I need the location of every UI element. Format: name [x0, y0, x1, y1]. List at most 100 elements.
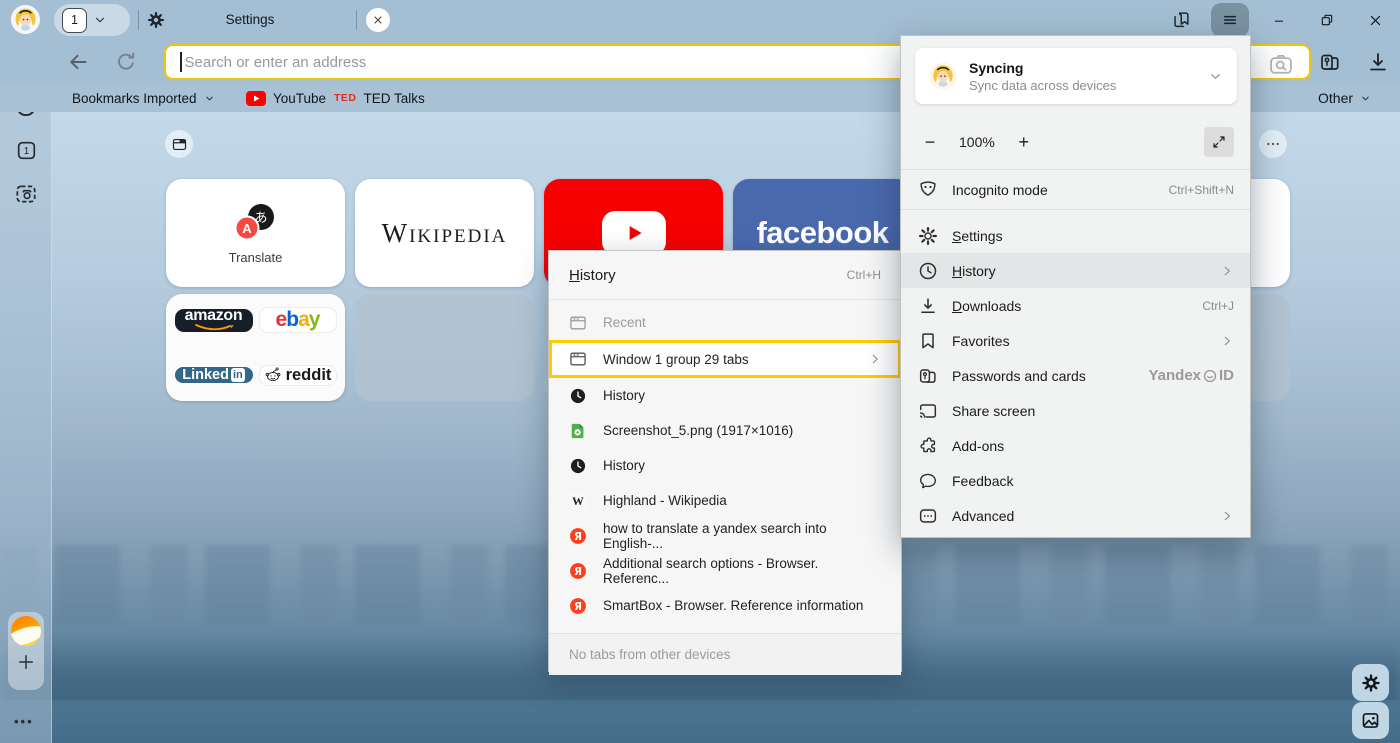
minimize-button[interactable] — [1268, 9, 1290, 31]
tab-group-pill[interactable]: 1 — [54, 4, 130, 36]
back-button[interactable] — [66, 50, 90, 74]
wikipedia-wordmark: Wikipedia — [382, 218, 508, 249]
menu-item-incognito[interactable]: Incognito mode Ctrl+Shift+N — [901, 170, 1250, 209]
bookmark-youtube[interactable]: YouTube — [246, 84, 326, 112]
browser-menu-panel: Syncing Sync data across devices − 100% … — [900, 35, 1251, 538]
history-item[interactable]: History — [549, 378, 901, 413]
maximize-button[interactable] — [1316, 9, 1338, 31]
reddit-alien-icon — [264, 366, 282, 384]
menu-item-label: Add-ons — [952, 438, 1004, 454]
zoom-in-button[interactable]: + — [1011, 129, 1037, 155]
image-search-icon[interactable] — [1267, 50, 1295, 78]
zoom-out-button[interactable]: − — [917, 129, 943, 155]
menu-item-passwords[interactable]: Passwords and cards Yandex ID — [901, 358, 1250, 393]
svg-text:W: W — [572, 495, 584, 508]
tab-count-icon: 1 — [14, 138, 39, 163]
downloads-toolbar-icon[interactable] — [1366, 50, 1390, 74]
chevron-down-icon — [204, 93, 215, 104]
sidebar-more-button[interactable]: ••• — [14, 714, 34, 729]
sidebar-dock — [8, 612, 44, 690]
history-item-yandex[interactable]: Я SmartBox - Browser. Reference informat… — [549, 588, 901, 623]
maximize-icon — [1319, 12, 1335, 28]
ebay-letter: y — [309, 308, 320, 332]
bookmark-icon — [917, 330, 939, 352]
window-icon — [568, 349, 588, 369]
incognito-mask-icon — [917, 179, 939, 201]
folder-item-ebay[interactable]: ebay — [259, 307, 337, 333]
dial-settings-button[interactable] — [1352, 664, 1389, 701]
youtube-play-icon — [602, 211, 666, 255]
svg-text:Я: Я — [574, 600, 582, 612]
avatar-girl-icon — [11, 5, 40, 34]
fullscreen-button[interactable] — [1204, 127, 1234, 157]
dial-more-button[interactable] — [1259, 130, 1287, 158]
sidebar-tabs-button[interactable]: 1 — [12, 136, 40, 164]
ted-logo-icon: TED — [334, 92, 357, 104]
browser-menu-button[interactable] — [1211, 3, 1249, 37]
history-item[interactable]: History — [549, 448, 901, 483]
history-item-screenshot[interactable]: Screenshot_5.png (1917×1016) — [549, 413, 901, 448]
sync-subtitle: Sync data across devices — [969, 78, 1116, 93]
tab-groups-button[interactable] — [165, 130, 193, 158]
image-file-icon — [568, 421, 588, 441]
passwords-toolbar-icon[interactable] — [1318, 50, 1342, 74]
history-item-wikipedia[interactable]: W Highland - Wikipedia — [549, 483, 901, 518]
bookmark-ted-talks[interactable]: TED TED Talks — [334, 84, 425, 112]
zoom-level: 100% — [959, 134, 995, 150]
menu-item-favorites[interactable]: Favorites — [901, 323, 1250, 358]
menu-item-label: Share screen — [952, 403, 1035, 419]
yandex-favicon: Я — [568, 561, 588, 581]
folder-item-linkedin[interactable]: Linked in — [175, 367, 253, 383]
svg-text:Я: Я — [574, 530, 582, 542]
translate-icon: あ A — [233, 202, 279, 242]
youtube-icon — [246, 91, 266, 106]
side-panel-icon[interactable] — [1170, 9, 1192, 31]
menu-item-feedback[interactable]: Feedback — [901, 463, 1250, 498]
yandex-browser-logo[interactable] — [11, 616, 41, 646]
history-submenu-panel: History Ctrl+H Recent Window 1 group 29 … — [548, 250, 902, 672]
history-item-label: Highland - Wikipedia — [603, 493, 727, 508]
close-tab-button[interactable] — [366, 8, 390, 32]
menu-item-advanced[interactable]: Advanced — [901, 498, 1250, 533]
wikipedia-favicon: W — [568, 491, 588, 511]
folder-item-reddit[interactable]: reddit — [259, 365, 337, 386]
window-icon — [171, 136, 188, 153]
sidebar-screenshot-button[interactable] — [12, 180, 40, 208]
chevron-down-icon — [93, 13, 107, 27]
bookmarks-folder[interactable]: Bookmarks Imported — [72, 84, 215, 112]
close-window-button[interactable] — [1364, 9, 1386, 31]
clock-icon — [917, 260, 939, 282]
history-item-yandex[interactable]: Я how to translate a yandex search into … — [549, 518, 901, 553]
folder-item-amazon[interactable]: amazon — [175, 309, 253, 332]
tab-settings[interactable]: Settings — [180, 12, 320, 27]
yandex-id-right: ID — [1219, 367, 1234, 384]
history-item-yandex[interactable]: Я Additional search options - Browser. R… — [549, 553, 901, 588]
chevron-right-icon — [868, 352, 882, 366]
menu-item-label: History — [952, 263, 996, 279]
history-item-window-group[interactable]: Window 1 group 29 tabs — [549, 340, 901, 378]
menu-item-share-screen[interactable]: Share screen — [901, 393, 1250, 428]
menu-item-addons[interactable]: Add-ons — [901, 428, 1250, 463]
menu-item-history[interactable]: History — [901, 253, 1250, 288]
profile-avatar[interactable] — [11, 5, 40, 34]
history-submenu-header[interactable]: History Ctrl+H — [549, 251, 901, 300]
yandex-id-logo: Yandex ID — [1148, 367, 1234, 384]
chevron-right-icon — [1220, 509, 1234, 523]
background-gallery-button[interactable] — [1352, 702, 1389, 739]
sync-card[interactable]: Syncing Sync data across devices — [915, 48, 1237, 104]
dial-tile-translate[interactable]: あ A Translate — [166, 179, 345, 287]
menu-item-downloads[interactable]: Downloads Ctrl+J — [901, 288, 1250, 323]
bookmarks-other-dropdown[interactable]: Other — [1318, 84, 1371, 112]
history-item-recent[interactable]: Recent — [549, 305, 901, 340]
menu-item-label: Settings — [952, 228, 1003, 244]
gear-icon — [917, 225, 939, 247]
sync-title: Syncing — [969, 60, 1116, 76]
new-tab-plus-button[interactable] — [16, 652, 36, 672]
history-shortcut: Ctrl+H — [847, 268, 881, 282]
reload-button[interactable] — [114, 50, 138, 74]
history-footer-note: No tabs from other devices — [549, 633, 901, 675]
dial-tile-wikipedia[interactable]: Wikipedia — [355, 179, 534, 287]
menu-item-settings[interactable]: Settings — [901, 218, 1250, 253]
dial-folder-shopping[interactable]: amazon ebay Linked in reddit — [166, 294, 345, 401]
dial-tile-empty[interactable] — [355, 294, 534, 401]
